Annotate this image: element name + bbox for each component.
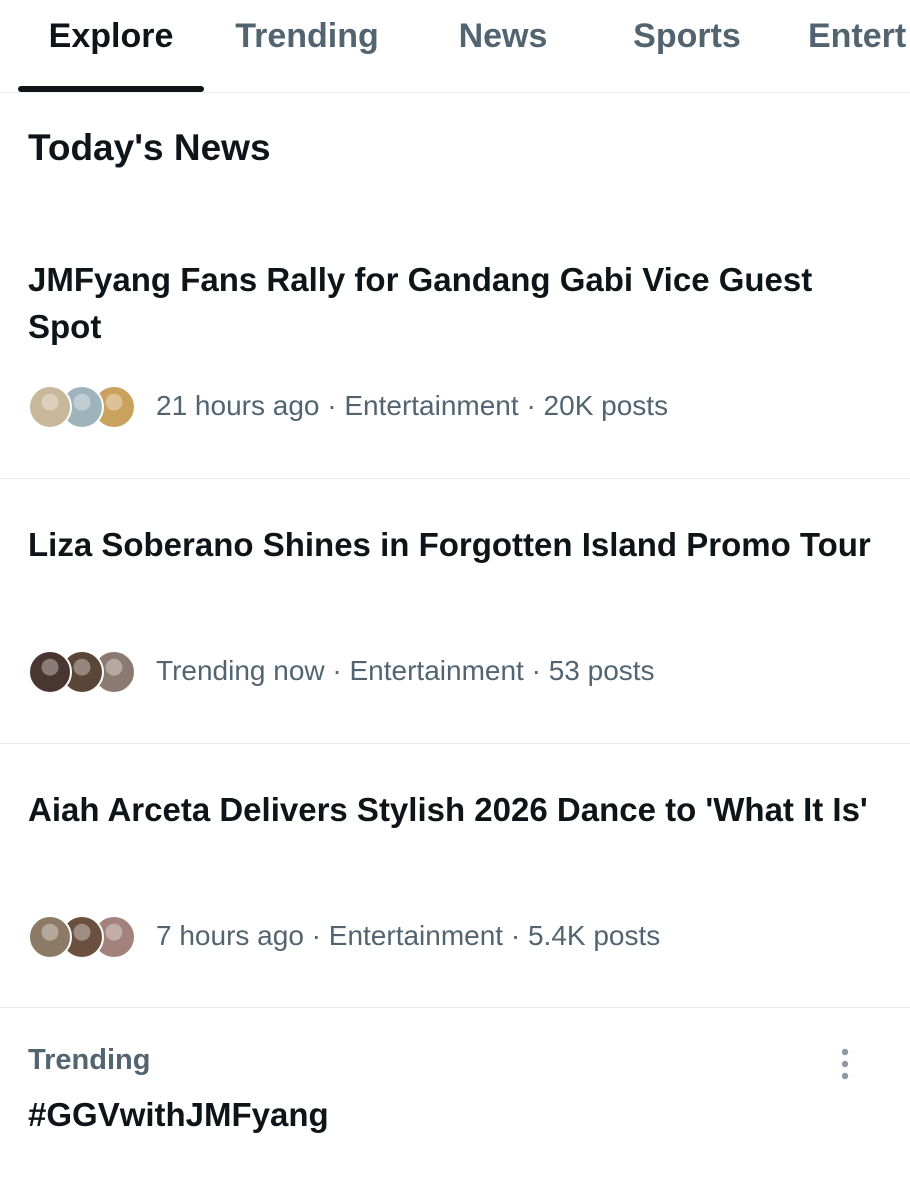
avatar <box>28 915 72 959</box>
tab-label: News <box>458 17 548 55</box>
more-options-button[interactable] <box>828 1044 862 1084</box>
avatar-stack <box>28 383 136 429</box>
avatar <box>28 385 72 429</box>
tab-label: Explore <box>48 17 174 55</box>
tab-news[interactable]: News <box>410 0 596 92</box>
tab-label: Sports <box>633 17 741 55</box>
news-headline: JMFyang Fans Rally for Gandang Gabi Vice… <box>28 261 813 345</box>
news-item[interactable]: JMFyang Fans Rally for Gandang Gabi Vice… <box>0 228 910 479</box>
trend-title: #GGVwithJMFyang <box>28 1096 329 1133</box>
news-meta-text: 7 hours ago · Entertainment · 5.4K posts <box>156 920 661 951</box>
news-meta: Trending now · Entertainment · 53 posts <box>28 648 655 694</box>
avatar <box>28 650 72 694</box>
news-headline: Liza Soberano Shines in Forgotten Island… <box>28 526 871 563</box>
tab-trending[interactable]: Trending <box>214 0 400 92</box>
news-item[interactable]: Liza Soberano Shines in Forgotten Island… <box>0 493 910 744</box>
explore-tab-bar: Explore Trending News Sports Entert <box>0 0 910 93</box>
news-item[interactable]: Aiah Arceta Delivers Stylish 2026 Dance … <box>0 758 910 1008</box>
more-vertical-icon <box>841 1048 849 1080</box>
news-meta: 21 hours ago · Entertainment · 20K posts <box>28 383 668 429</box>
news-headline: Aiah Arceta Delivers Stylish 2026 Dance … <box>28 791 868 828</box>
tab-label: Entert <box>808 17 907 55</box>
news-meta-text: Trending now · Entertainment · 53 posts <box>156 655 655 686</box>
tab-entertainment[interactable]: Entert <box>800 0 910 92</box>
tab-label: Trending <box>235 17 379 55</box>
trend-label: Trending <box>28 1044 151 1076</box>
avatar-stack <box>28 913 136 959</box>
news-meta: 7 hours ago · Entertainment · 5.4K posts <box>28 913 660 959</box>
active-tab-indicator <box>18 86 204 92</box>
tab-explore[interactable]: Explore <box>18 0 204 92</box>
tab-sports[interactable]: Sports <box>594 0 780 92</box>
trend-item[interactable]: Trending #GGVwithJMFyang <box>0 1008 910 1200</box>
avatar-stack <box>28 648 136 694</box>
news-meta-text: 21 hours ago · Entertainment · 20K posts <box>156 390 669 421</box>
section-title: Today's News <box>28 127 271 168</box>
